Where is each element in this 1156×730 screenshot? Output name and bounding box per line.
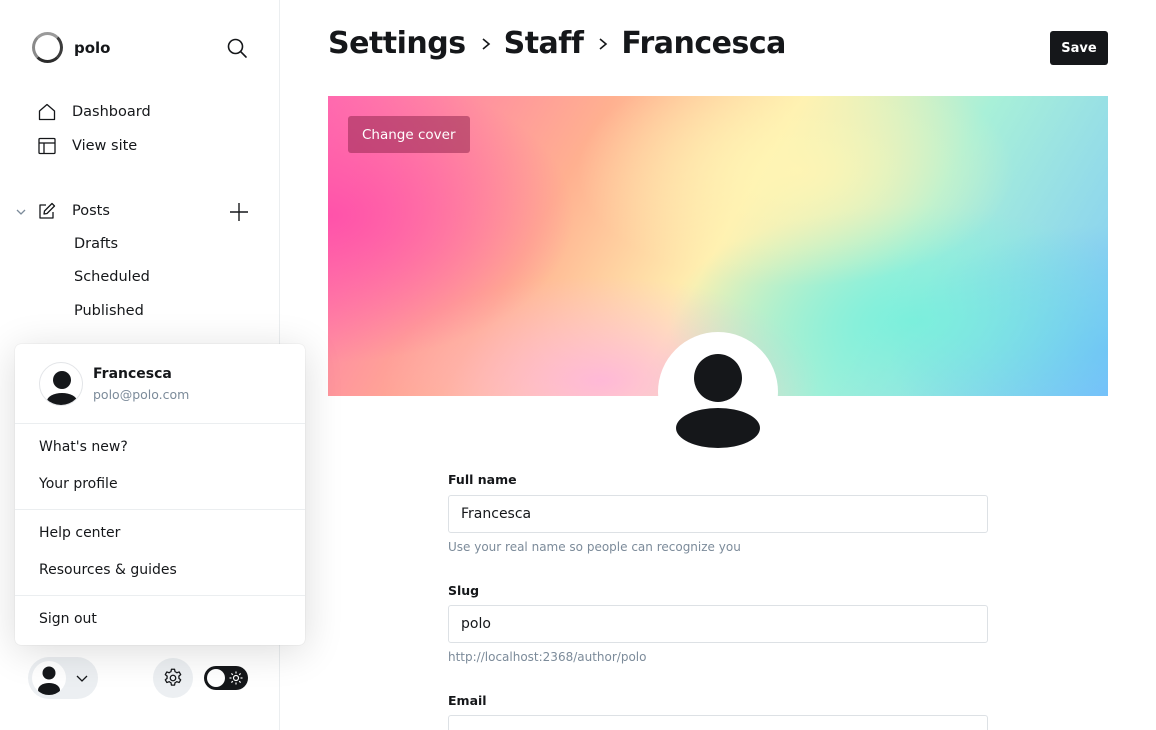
menu-resources-guides[interactable]: Resources & guides bbox=[39, 562, 177, 578]
breadcrumb-settings[interactable]: Settings bbox=[328, 26, 466, 61]
user-avatar-icon bbox=[676, 354, 760, 448]
avatar bbox=[32, 661, 66, 695]
sun-icon bbox=[229, 671, 243, 685]
chevron-right-icon bbox=[482, 37, 490, 50]
divider bbox=[15, 509, 305, 510]
brand[interactable]: polo bbox=[32, 32, 111, 63]
menu-sign-out[interactable]: Sign out bbox=[39, 611, 97, 627]
full-name-input[interactable] bbox=[448, 495, 988, 533]
chevron-down-icon[interactable] bbox=[14, 205, 28, 219]
slug-input[interactable] bbox=[448, 605, 988, 643]
full-name-label: Full name bbox=[448, 472, 517, 487]
user-menu-popup: Francesca polo@polo.com What's new? Your… bbox=[15, 344, 305, 645]
slug-label: Slug bbox=[448, 583, 480, 598]
avatar bbox=[39, 362, 83, 406]
email-input[interactable] bbox=[448, 715, 988, 730]
search-icon[interactable] bbox=[226, 37, 248, 59]
user-avatar-icon bbox=[47, 371, 77, 405]
breadcrumb: Settings Staff Francesca bbox=[328, 26, 786, 61]
chevron-right-icon bbox=[599, 37, 608, 50]
edit-icon bbox=[39, 202, 56, 219]
toggle-knob bbox=[207, 669, 225, 687]
user-menu-button[interactable] bbox=[28, 657, 98, 699]
new-post-plus-icon[interactable] bbox=[228, 201, 250, 223]
page-title: Francesca bbox=[621, 26, 786, 61]
layout-icon bbox=[38, 137, 56, 155]
popup-user-name: Francesca bbox=[93, 366, 172, 382]
site-name: polo bbox=[74, 38, 111, 57]
save-button[interactable]: Save bbox=[1050, 31, 1108, 65]
popup-user-email: polo@polo.com bbox=[93, 387, 190, 402]
change-cover-button[interactable]: Change cover bbox=[348, 116, 470, 153]
chevron-down-icon bbox=[76, 675, 88, 682]
breadcrumb-staff[interactable]: Staff bbox=[504, 26, 584, 61]
site-logo-icon bbox=[32, 32, 63, 63]
nav-dashboard[interactable]: Dashboard bbox=[38, 103, 151, 121]
email-label: Email bbox=[448, 693, 487, 708]
menu-help-center[interactable]: Help center bbox=[39, 525, 120, 541]
nav-view-site[interactable]: View site bbox=[38, 137, 137, 155]
user-avatar-icon bbox=[38, 666, 60, 695]
menu-whats-new[interactable]: What's new? bbox=[39, 439, 128, 455]
profile-avatar[interactable] bbox=[658, 332, 778, 452]
popup-user-info: Francesca polo@polo.com bbox=[39, 362, 189, 406]
settings-button[interactable] bbox=[153, 658, 193, 698]
nav-posts-label: Posts bbox=[72, 203, 110, 219]
nav-dashboard-label: Dashboard bbox=[72, 104, 151, 120]
nav-posts[interactable]: Posts bbox=[38, 202, 110, 220]
dark-mode-toggle[interactable] bbox=[204, 666, 248, 690]
nav-published[interactable]: Published bbox=[74, 303, 144, 319]
divider bbox=[15, 595, 305, 596]
nav-drafts[interactable]: Drafts bbox=[74, 236, 118, 252]
nav-view-site-label: View site bbox=[72, 138, 138, 154]
nav-scheduled[interactable]: Scheduled bbox=[74, 269, 150, 285]
full-name-hint: Use your real name so people can recogni… bbox=[448, 540, 741, 554]
slug-url-hint: http://localhost:2368/author/polo bbox=[448, 650, 647, 664]
menu-your-profile[interactable]: Your profile bbox=[39, 476, 118, 492]
gear-icon bbox=[164, 668, 182, 686]
divider bbox=[15, 423, 305, 424]
home-icon bbox=[38, 103, 56, 121]
